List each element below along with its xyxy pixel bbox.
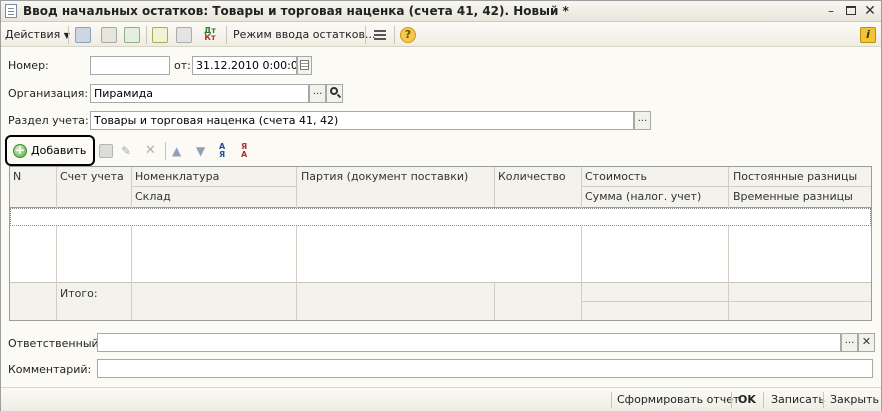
- copy-icon[interactable]: [99, 144, 113, 158]
- number-field[interactable]: [90, 56, 170, 75]
- dt-kt-icon[interactable]: Дт Кт: [202, 27, 218, 43]
- date-field[interactable]: 31.12.2010 0:00:00: [192, 56, 297, 75]
- col-cost[interactable]: Стоимость: [585, 170, 647, 183]
- col-batch[interactable]: Партия (документ поставки): [301, 170, 468, 183]
- bottom-bar: Сформировать отчет OK Записать Закрыть: [1, 387, 881, 411]
- document-icon: [5, 4, 17, 18]
- add-icon: +: [13, 143, 27, 158]
- responsible-select-button[interactable]: ...: [841, 333, 858, 352]
- post-icon[interactable]: [75, 27, 91, 43]
- info-icon[interactable]: i: [860, 27, 876, 43]
- delete-icon[interactable]: ✕: [145, 144, 159, 158]
- organization-label: Организация:: [8, 87, 89, 100]
- move-down-icon[interactable]: ▼: [196, 144, 210, 158]
- select-button[interactable]: ...: [309, 84, 326, 103]
- move-up-icon[interactable]: ▲: [172, 144, 186, 158]
- sort-asc-icon[interactable]: АЯ: [219, 143, 235, 159]
- title-bar: Ввод начальных остатков: Товары и торгов…: [1, 1, 881, 22]
- col-tax-sum[interactable]: Сумма (налог. учет): [585, 190, 701, 203]
- comment-field[interactable]: [97, 359, 873, 378]
- section-label: Раздел учета:: [8, 114, 89, 127]
- input-mode-button[interactable]: Режим ввода остатков...: [233, 27, 375, 43]
- col-account[interactable]: Счет учета: [60, 170, 124, 183]
- number-label: Номер:: [8, 59, 49, 72]
- total-label: Итого:: [60, 287, 98, 300]
- actions-label: Действия: [5, 28, 61, 41]
- save-button[interactable]: Записать: [771, 393, 825, 406]
- close-icon[interactable]: ✕: [862, 4, 878, 18]
- responsible-label: Ответственный:: [8, 337, 103, 350]
- document-window: Ввод начальных остатков: Товары и торгов…: [0, 0, 882, 411]
- search-icon[interactable]: [326, 84, 343, 103]
- refresh-icon[interactable]: [124, 27, 140, 43]
- based-on-icon[interactable]: [152, 27, 168, 43]
- unpost-icon[interactable]: [101, 27, 117, 43]
- col-temp-diff[interactable]: Временные разницы: [733, 190, 853, 203]
- col-n[interactable]: N: [13, 170, 21, 183]
- edit-icon[interactable]: ✎: [121, 144, 135, 158]
- add-button[interactable]: Добавить: [31, 142, 86, 160]
- maximize-icon[interactable]: [843, 4, 859, 18]
- section-field[interactable]: Товары и торговая наценка (счета 41, 42): [90, 111, 634, 130]
- goods-table[interactable]: N Счет учета Номенклатура Склад Партия (…: [9, 166, 872, 321]
- date-label: от:: [174, 59, 191, 72]
- table-row[interactable]: [10, 208, 871, 226]
- ok-button[interactable]: OK: [738, 393, 756, 406]
- window-title: Ввод начальных остатков: Товары и торгов…: [23, 4, 569, 18]
- close-button[interactable]: Закрыть: [830, 393, 879, 406]
- section-select-button[interactable]: ...: [634, 111, 651, 130]
- organization-field[interactable]: Пирамида: [90, 84, 309, 103]
- report-button[interactable]: Сформировать отчет: [617, 393, 739, 406]
- help-icon[interactable]: ?: [400, 27, 416, 43]
- calendar-icon[interactable]: [297, 56, 312, 75]
- toolbar: Действия ▼ Дт Кт Режим ввода остатков... …: [1, 23, 881, 47]
- col-perm-diff[interactable]: Постоянные разницы: [733, 170, 857, 183]
- list-icon[interactable]: [372, 27, 388, 43]
- col-qty[interactable]: Количество: [498, 170, 566, 183]
- minimize-icon[interactable]: –: [823, 4, 839, 18]
- structure-icon[interactable]: [176, 27, 192, 43]
- comment-label: Комментарий:: [8, 363, 92, 376]
- col-warehouse[interactable]: Склад: [135, 190, 171, 203]
- actions-menu[interactable]: Действия ▼: [5, 27, 70, 43]
- responsible-field[interactable]: [97, 333, 841, 352]
- sort-desc-icon[interactable]: ЯА: [241, 143, 257, 159]
- col-item[interactable]: Номенклатура: [135, 170, 219, 183]
- clear-icon[interactable]: ✕: [858, 333, 875, 352]
